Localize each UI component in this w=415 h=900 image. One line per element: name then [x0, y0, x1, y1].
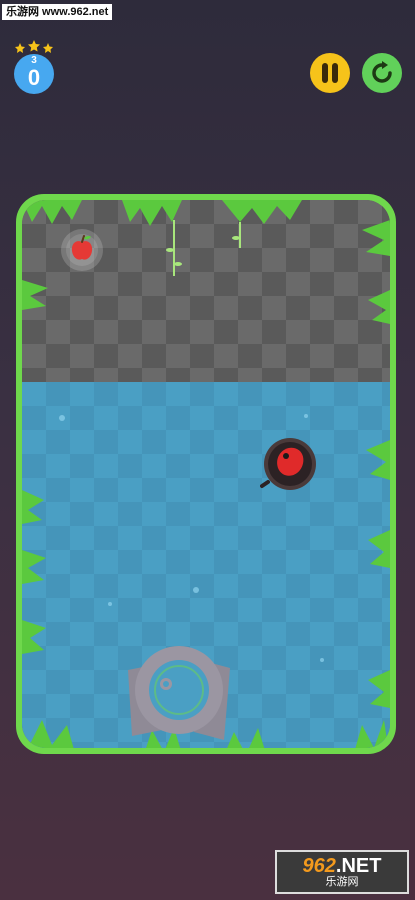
- watermark-main: 962.NET: [303, 856, 382, 876]
- watermark-suffix: .NET: [335, 855, 382, 877]
- board-inner: [22, 200, 390, 748]
- watermark-number: 962: [302, 855, 336, 877]
- restart-button[interactable]: [362, 53, 402, 93]
- drain-pipe: [128, 646, 230, 740]
- level-circle: 3 0: [14, 54, 54, 94]
- watermark-bottom: 962.NET 乐游网: [275, 850, 409, 894]
- player-character[interactable]: [260, 434, 320, 494]
- level-number: 0: [27, 65, 41, 90]
- restart-icon: [372, 61, 392, 83]
- apple-pickup[interactable]: [60, 228, 104, 272]
- game-board[interactable]: [16, 194, 396, 754]
- pause-icon: [322, 63, 338, 83]
- pause-button[interactable]: [310, 53, 350, 93]
- watermark-top: 乐游网 www.962.net: [2, 4, 113, 20]
- level-badge: 3 0: [12, 40, 56, 98]
- watermark-sub: 乐游网: [325, 876, 359, 888]
